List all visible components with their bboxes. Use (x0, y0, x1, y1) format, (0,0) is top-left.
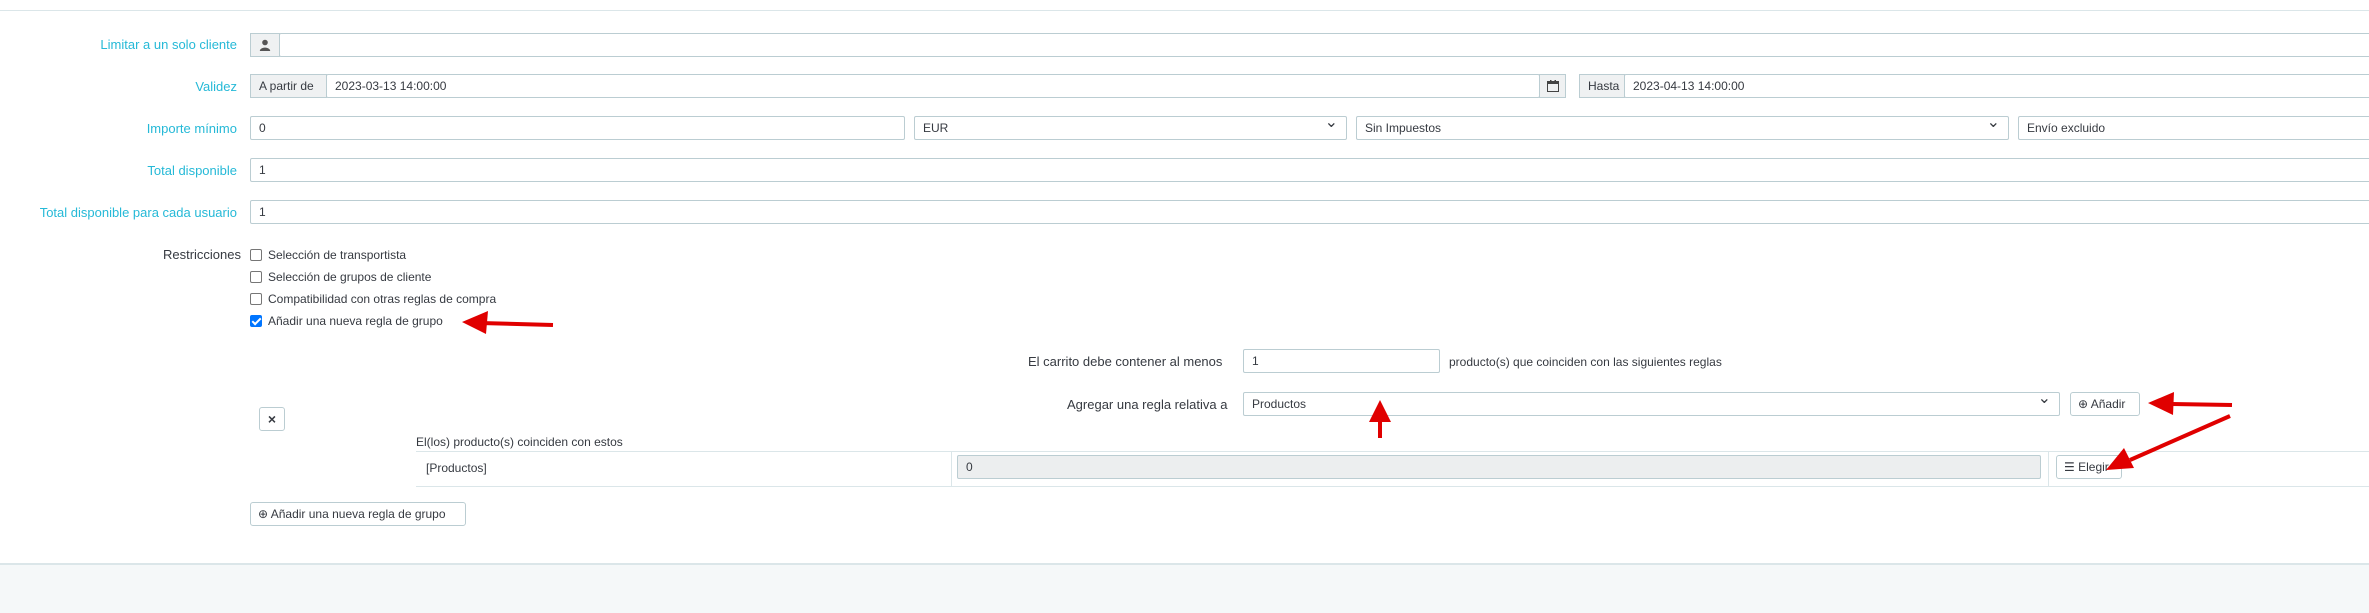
annotation-arrows (462, 311, 2233, 470)
